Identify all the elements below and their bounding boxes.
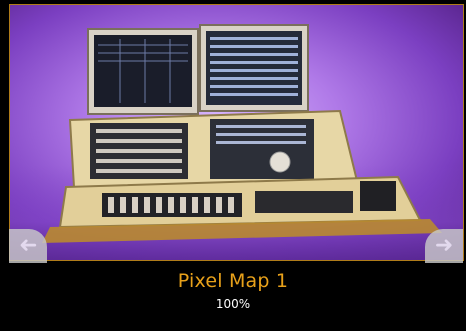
caption-area: Pixel Map 1 100% — [0, 262, 466, 331]
pixel-map-preview-image[interactable] — [9, 4, 464, 261]
lighting-console-illustration — [42, 24, 442, 243]
monitor-left — [87, 28, 199, 115]
arrow-left-icon: ➜ — [18, 233, 38, 258]
next-button[interactable]: ➜ — [425, 229, 463, 263]
monitor-right — [199, 24, 309, 112]
arrow-right-icon: ➜ — [434, 233, 454, 258]
previous-button[interactable]: ➜ — [9, 229, 47, 263]
zoom-level: 100% — [215, 297, 251, 311]
pixel-map-viewer: ➜ ➜ Pixel Map 1 100% — [0, 0, 466, 331]
console-upper-panel — [68, 109, 360, 189]
pixel-map-title: Pixel Map 1 — [177, 270, 289, 292]
